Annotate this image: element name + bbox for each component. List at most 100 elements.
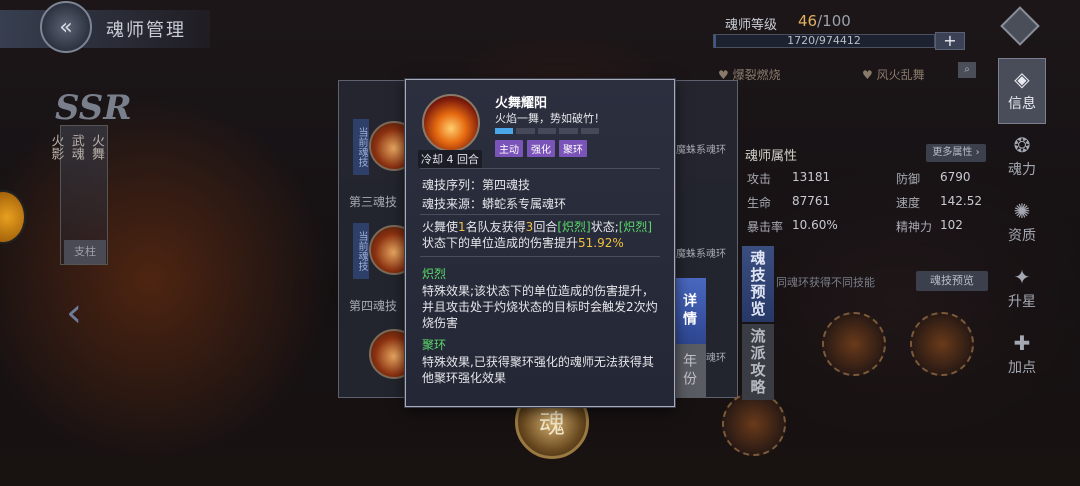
- nav-soul-power-label: 魂力: [1008, 162, 1036, 178]
- nav-aptitude-label: 资质: [1008, 228, 1036, 244]
- skill-name: 火舞耀阳: [495, 96, 548, 111]
- stat-attack-label: 攻击: [747, 172, 772, 186]
- speed-value: 142.52: [940, 194, 982, 208]
- divider: [420, 168, 660, 169]
- skill-tooltip: 冷却 4 回合 火舞耀阳 火焰一舞，势如破竹！ 主动 强化 聚环 魂技序列：第四…: [405, 79, 675, 407]
- soul-ring-slot-1[interactable]: [822, 312, 886, 376]
- skill-effect: 火舞使1名队友获得3回合[炽烈]状态;[炽烈]状态下的单位造成的伤害提升51.9…: [422, 219, 662, 251]
- skill-description: 火焰一舞，势如破竹！: [495, 112, 605, 125]
- sub-title-gather-ring: 聚环: [422, 338, 447, 352]
- skill-source: 魂技来源：蟒蛇系专属魂环: [422, 197, 567, 211]
- plus-points-icon: ✚: [1013, 331, 1031, 355]
- skill-tags: 主动 强化 聚环: [495, 140, 587, 157]
- stat-crit-label: 暴击率: [747, 220, 784, 234]
- top-header: « 魂师管理: [0, 1, 210, 53]
- plate-line-3: 火影: [48, 134, 64, 160]
- stat-attack-value: 13181: [792, 170, 830, 184]
- info-icon: ◈: [1014, 67, 1030, 91]
- row-label-third-skill: 第三魂技: [349, 195, 398, 209]
- skill-level-bar: [495, 128, 600, 134]
- exp-text: 1720/974412: [787, 34, 861, 47]
- stat-hp-value: 87761: [792, 194, 830, 208]
- nav-add-points-label: 加点: [1008, 360, 1036, 376]
- attack-value: 13181: [792, 170, 831, 184]
- tab-skill-preview[interactable]: 魂技预览: [742, 246, 774, 322]
- skill-tag-enhance: 强化: [527, 140, 555, 157]
- back-button[interactable]: «: [40, 1, 92, 53]
- plate-line-2: 武魂: [68, 134, 84, 160]
- soul-ring-slot-2[interactable]: [910, 312, 974, 376]
- divider: [420, 256, 660, 257]
- star-icon: ✦: [1013, 265, 1031, 289]
- skill-name-b: ♥ 风火乱舞: [862, 68, 925, 82]
- aptitude-icon: ✺: [1013, 199, 1031, 223]
- soul-power-icon: ❂: [1013, 133, 1031, 157]
- page-title: 魂师管理: [106, 20, 186, 41]
- ring-type-text-1: 魔蛛系魂环: [676, 145, 726, 156]
- skill-name-a: ♥ 爆裂燃烧: [718, 68, 781, 82]
- nav-add-points[interactable]: ✚ 加点: [998, 322, 1046, 388]
- more-attributes-button[interactable]: 更多属性 ›: [926, 144, 986, 162]
- stat-speed-value: 142.52: [940, 194, 982, 208]
- effect-number: 1: [458, 220, 466, 234]
- ring-type-text-2: 魔蛛系魂环: [676, 249, 726, 260]
- rarity-badge: SSR: [55, 88, 132, 128]
- tab-school-guide[interactable]: 流派攻略: [742, 324, 774, 400]
- defense-value: 6790: [940, 170, 971, 184]
- stat-hp-label: 生命: [747, 196, 772, 210]
- skill-fire-icon: [422, 94, 480, 152]
- effect-text: 状态;: [590, 220, 619, 234]
- skill-sequence: 魂技序列：第四魂技: [422, 178, 531, 192]
- effect-text: 回合: [533, 220, 558, 234]
- level-segment: [537, 128, 557, 134]
- effect-text: 状态下的单位造成的伤害提升: [422, 236, 579, 250]
- soul-ring-slot-3[interactable]: [722, 392, 786, 456]
- rank-level-value: 46: [798, 12, 818, 30]
- role-tag: 支柱: [64, 240, 106, 264]
- effect-text: 火舞使: [422, 220, 459, 234]
- divider: [420, 214, 660, 215]
- level-segment: [516, 128, 535, 134]
- rank-box: 魂师等级 46/100 1720/974412 +: [713, 8, 965, 50]
- stat-defense-label: 防御: [896, 172, 921, 186]
- prev-character-arrow-icon[interactable]: ‹: [66, 290, 82, 336]
- back-arrow-icon: «: [59, 14, 73, 40]
- current-skill-tag-2: 当前魂技: [353, 223, 369, 279]
- spirit-value: 102: [940, 218, 963, 232]
- effect-percent: 51.92%: [578, 236, 624, 250]
- sub-body-blaze: 特殊效果;该状态下的单位造成的伤害提升，并且攻击处于灼烧状态的目标时会触发2次灼…: [422, 284, 658, 330]
- stat-speed-label: 速度: [896, 196, 921, 210]
- stat-crit-value: 10.60%: [792, 218, 838, 232]
- nav-aptitude[interactable]: ✺ 资质: [998, 190, 1046, 256]
- plate-line-1: 火舞: [89, 134, 104, 160]
- tab-detail[interactable]: 详情: [672, 278, 706, 344]
- nav-star-up[interactable]: ✦ 升星: [998, 256, 1046, 322]
- skill-tag-active: 主动: [495, 140, 523, 157]
- search-icon[interactable]: ⌕: [958, 62, 976, 78]
- level-segment: [495, 128, 514, 134]
- level-segment: [559, 128, 578, 134]
- sub-title-blaze: 炽烈: [422, 267, 447, 281]
- rank-level: 46/100: [798, 12, 851, 30]
- current-skill-tag: 当前魂技: [353, 119, 369, 175]
- rank-level-max: /100: [817, 12, 851, 30]
- effect-text: 名队友获得: [465, 220, 526, 234]
- effect-status: [炽烈]: [618, 220, 653, 234]
- effect-status: [炽烈]: [557, 220, 591, 234]
- nav-info[interactable]: ◈ 信息: [998, 58, 1046, 124]
- tab-year[interactable]: 年份: [672, 344, 706, 398]
- skill-preview-note: 同魂环获得不同技能: [776, 276, 875, 289]
- sub-body-gather-ring: 特殊效果,已获得聚环强化的魂师无法获得其他聚环强化效果: [422, 355, 654, 385]
- stat-defense-value: 6790: [940, 170, 971, 184]
- skill-tag-ring: 聚环: [559, 140, 587, 157]
- nav-star-up-label: 升星: [1008, 294, 1036, 310]
- nav-soul-power[interactable]: ❂ 魂力: [998, 124, 1046, 190]
- add-exp-button[interactable]: +: [935, 32, 965, 50]
- level-segment: [580, 128, 600, 134]
- hp-value: 87761: [792, 194, 831, 208]
- right-nav: ◈ 信息 ❂ 魂力 ✺ 资质 ✦ 升星 ✚ 加点: [998, 58, 1046, 388]
- skill-preview-button[interactable]: 魂技预览: [916, 271, 988, 291]
- skill-cooldown: 冷却 4 回合: [418, 150, 482, 168]
- nav-info-label: 信息: [1008, 96, 1036, 112]
- stat-spirit-value: 102: [940, 218, 963, 232]
